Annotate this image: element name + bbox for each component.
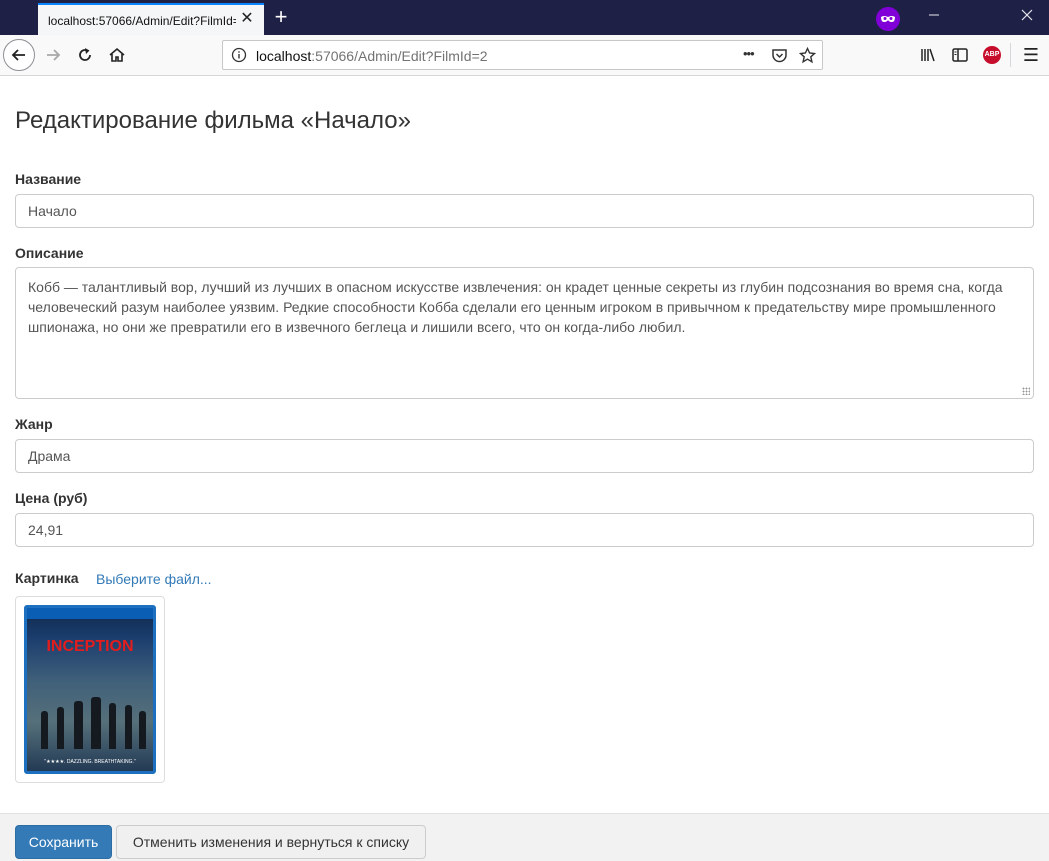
poster-image: INCEPTION "★★★★. DAZZLING. BREATHTAKING.… — [24, 605, 156, 774]
form-actions: Сохранить Отменить изменения и вернуться… — [0, 813, 1049, 861]
adblock-badge: ABP — [983, 46, 1001, 64]
description-textarea[interactable]: Кобб — талантливый вор, лучший из лучших… — [15, 267, 1034, 399]
poster-figure — [74, 701, 83, 749]
genre-input[interactable]: Драма — [15, 439, 1034, 473]
close-window-icon[interactable] — [1013, 4, 1041, 30]
browser-tab[interactable]: localhost:57066/Admin/Edit?FilmId=2 ✕ — [38, 3, 264, 35]
name-label: Название — [15, 171, 82, 187]
poster-figure — [41, 711, 48, 749]
genre-label: Жанр — [15, 416, 53, 432]
reload-icon[interactable] — [70, 40, 100, 70]
home-icon[interactable] — [102, 40, 132, 70]
image-label: Картинка — [15, 570, 79, 586]
poster-figure — [91, 697, 101, 749]
library-icon[interactable] — [913, 40, 943, 70]
description-text: Кобб — талантливый вор, лучший из лучших… — [28, 279, 1003, 335]
tab-close-icon[interactable]: ✕ — [238, 10, 256, 28]
poster-thumbnail: INCEPTION "★★★★. DAZZLING. BREATHTAKING.… — [15, 596, 165, 783]
page-title: Редактирование фильма «Начало» — [15, 107, 411, 134]
url-host: localhost — [256, 48, 312, 64]
menu-icon[interactable]: ☰ — [1016, 40, 1046, 70]
description-label: Описание — [15, 245, 84, 261]
poster-bluray-band — [27, 608, 153, 619]
poster-title: INCEPTION — [46, 638, 134, 655]
poster-figure — [125, 705, 132, 749]
address-bar[interactable]: localhost:57066/Admin/Edit?FilmId=2 ••• — [222, 40, 823, 70]
new-tab-icon[interactable]: + — [270, 6, 292, 28]
url-path: :57066/Admin/Edit?FilmId=2 — [311, 48, 488, 64]
tab-title: localhost:57066/Admin/Edit?FilmId=2 — [48, 14, 236, 28]
toolbar-divider — [1010, 43, 1011, 67]
sidebar-icon[interactable] — [945, 40, 975, 70]
price-input[interactable]: 24,91 — [15, 513, 1034, 547]
save-button[interactable]: Сохранить — [15, 825, 112, 859]
name-input[interactable]: Начало — [15, 194, 1034, 228]
price-label: Цена (руб) — [15, 490, 88, 506]
bookmark-star-icon[interactable] — [798, 46, 817, 69]
resize-grip-icon[interactable] — [1022, 387, 1030, 395]
poster-tagline: "★★★★. DAZZLING. BREATHTAKING." — [44, 759, 136, 765]
cancel-button[interactable]: Отменить изменения и вернуться к списку — [116, 825, 426, 859]
poster-figure — [57, 707, 64, 749]
browser-toolbar: localhost:57066/Admin/Edit?FilmId=2 ••• … — [0, 35, 1049, 76]
minimize-icon[interactable] — [920, 4, 948, 30]
pocket-icon[interactable] — [771, 47, 788, 69]
forward-icon[interactable] — [38, 40, 68, 70]
poster-figure — [109, 703, 116, 749]
url-text: localhost:57066/Admin/Edit?FilmId=2 — [256, 48, 488, 64]
choose-file-link[interactable]: Выберите файл... — [96, 571, 212, 587]
private-mask-icon[interactable] — [876, 7, 900, 31]
poster-figure — [139, 711, 146, 749]
info-icon[interactable] — [231, 47, 247, 68]
browser-tab-strip: localhost:57066/Admin/Edit?FilmId=2 ✕ + — [0, 0, 1049, 35]
adblock-icon[interactable]: ABP — [977, 40, 1007, 70]
page-actions-icon[interactable]: ••• — [743, 46, 755, 61]
back-icon[interactable] — [3, 39, 35, 71]
